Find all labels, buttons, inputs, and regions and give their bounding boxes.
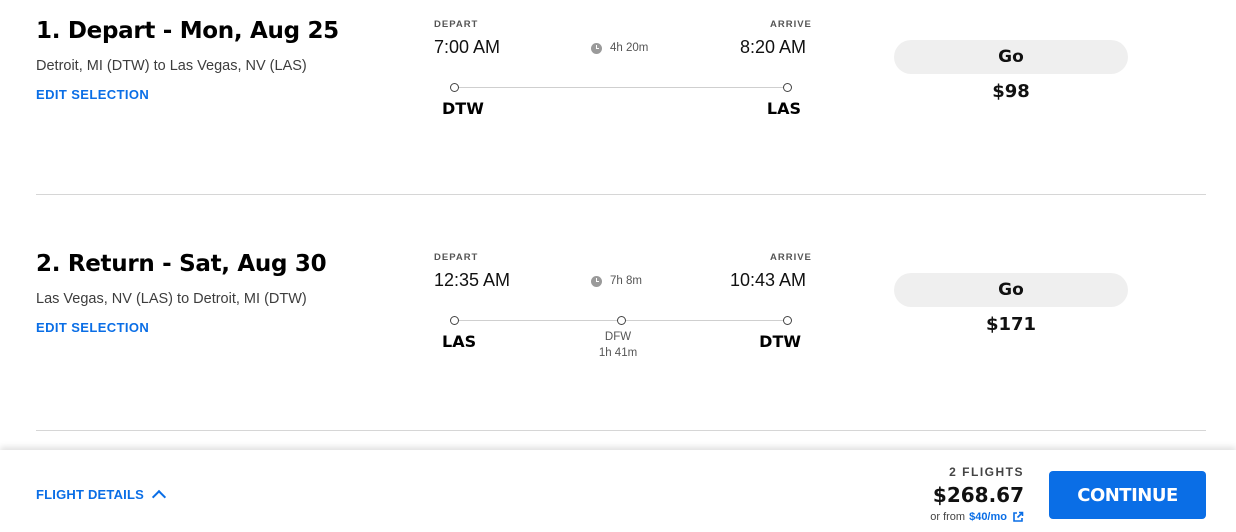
duration-text: 7h 8m [610, 275, 642, 287]
depart-time: 12:35 AM [434, 270, 511, 290]
origin-airport-code: LAS [442, 332, 477, 351]
edit-selection-link[interactable]: EDIT SELECTION [36, 87, 149, 102]
flight-duration: 4h 20m [591, 42, 648, 54]
origin-airport-code: DTW [442, 99, 484, 118]
arrive-time: 8:20 AM [739, 37, 806, 57]
duration-text: 4h 20m [610, 42, 649, 54]
route-line [454, 87, 788, 88]
edit-selection-link[interactable]: EDIT SELECTION [36, 320, 149, 335]
origin-dot [450, 316, 459, 325]
destination-dot [783, 83, 792, 92]
segment-title: 2. Return - Sat, Aug 30 [36, 251, 327, 277]
fare-price: $98 [992, 81, 1030, 102]
flight-details-label: FLIGHT DETAILS [36, 487, 144, 502]
chevron-up-icon [151, 489, 167, 505]
destination-airport-code: DTW [759, 332, 801, 351]
financing-info: or from $40/mo [930, 511, 1024, 523]
divider [36, 194, 1206, 195]
flight-details-toggle[interactable]: FLIGHT DETAILS [36, 487, 167, 505]
layover-duration: 1h 41m [598, 347, 638, 359]
depart-time: 7:00 AM [434, 37, 501, 57]
flight-segment-return: 2. Return - Sat, Aug 30 Las Vegas, NV (L… [0, 233, 1236, 433]
depart-label: DEPART [434, 252, 479, 263]
destination-dot [783, 316, 792, 325]
flight-duration: 7h 8m [591, 275, 642, 287]
arrive-time: 10:43 AM [729, 270, 806, 290]
financing-prefix: or from [930, 511, 966, 523]
clock-icon [591, 275, 602, 287]
origin-dot [450, 83, 459, 92]
financing-link[interactable]: $40/mo [969, 511, 1007, 523]
stop-airport-code: DFW [604, 331, 632, 343]
segment-route-description: Detroit, MI (DTW) to Las Vegas, NV (LAS) [36, 58, 307, 74]
arrive-label: ARRIVE [770, 252, 812, 263]
fare-class-button[interactable]: Go [894, 273, 1128, 307]
flight-segment-depart: 1. Depart - Mon, Aug 25 Detroit, MI (DTW… [0, 0, 1236, 200]
segment-title: 1. Depart - Mon, Aug 25 [36, 18, 339, 44]
flights-count: 2 FLIGHTS [949, 465, 1024, 479]
continue-button[interactable]: CONTINUE [1049, 471, 1206, 519]
segment-route-description: Las Vegas, NV (LAS) to Detroit, MI (DTW) [36, 291, 307, 307]
stop-dot [617, 316, 626, 325]
divider [36, 430, 1206, 431]
fare-price: $171 [985, 314, 1037, 335]
destination-airport-code: LAS [766, 99, 801, 118]
depart-label: DEPART [434, 19, 479, 30]
external-link-icon[interactable] [1012, 511, 1024, 523]
arrive-label: ARRIVE [770, 19, 812, 30]
total-price: $268.67 [932, 483, 1024, 507]
checkout-footer: FLIGHT DETAILS 2 FLIGHTS $268.67 or from… [0, 450, 1236, 532]
clock-icon [591, 42, 602, 54]
fare-class-button[interactable]: Go [894, 40, 1128, 74]
